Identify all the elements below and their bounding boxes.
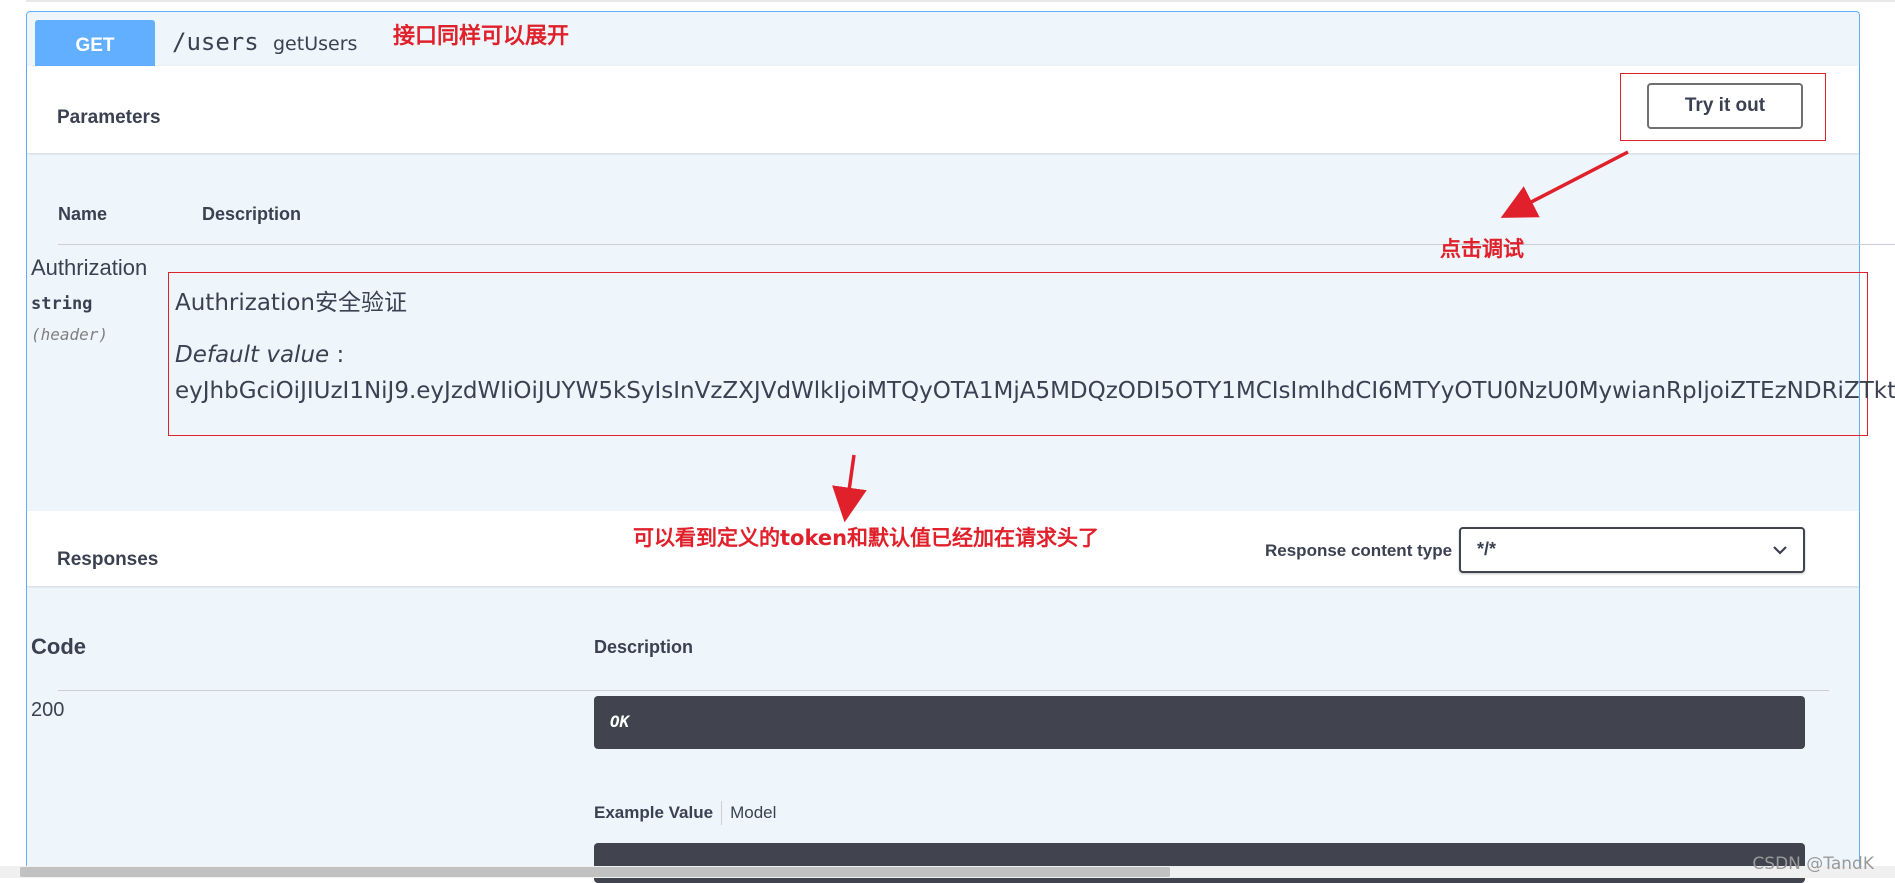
param-description: Authrization安全验证 (175, 290, 407, 316)
param-name: Authrization (31, 255, 148, 280)
response-code: 200 (31, 699, 65, 721)
param-location: (header) (31, 325, 109, 344)
default-value-colon: : (329, 342, 345, 368)
param-table-divider (58, 244, 1895, 245)
horizontal-scrollbar[interactable] (0, 866, 1895, 878)
param-type: string (31, 294, 93, 314)
chevron-down-icon (1773, 546, 1787, 555)
parameters-header: Parameters (27, 66, 1859, 153)
try-it-out-button[interactable]: Try it out (1647, 83, 1803, 129)
response-description-header: Description (594, 637, 694, 657)
annotation-click-debug: 点击调试 (1440, 237, 1524, 261)
default-value-label: Default value : (175, 342, 344, 368)
response-code-header: Code (31, 634, 86, 659)
parameters-title: Parameters (57, 107, 161, 128)
top-divider (26, 0, 1895, 2)
response-description-box: OK (594, 696, 1805, 749)
operation-id: getUsers (273, 33, 358, 55)
param-description-highlight (168, 272, 1868, 436)
annotation-expand: 接口同样可以展开 (393, 24, 570, 49)
example-model-tabs: Example Value Model (594, 801, 776, 825)
default-value-label-text: Default value (175, 342, 330, 368)
tab-separator (721, 801, 723, 825)
responses-title: Responses (57, 549, 159, 570)
response-content-type-select[interactable]: */* (1459, 527, 1805, 573)
annotation-token-header: 可以看到定义的token和默认值已经加在请求头了 (633, 526, 1100, 550)
response-content-type-value: */* (1477, 539, 1497, 559)
response-description: OK (610, 712, 630, 731)
method-badge: GET (35, 20, 155, 71)
param-description-header: Description (202, 204, 302, 224)
endpoint-path: /users (172, 28, 259, 56)
horizontal-scrollbar-thumb[interactable] (20, 867, 1170, 877)
default-value-token: eyJhbGciOiJIUzI1NiJ9.eyJzdWIiOiJUYW5kSyI… (175, 378, 1895, 404)
param-name-header: Name (58, 204, 108, 224)
tab-example-value[interactable]: Example Value (594, 803, 713, 823)
watermark: CSDN @TandK (1752, 854, 1874, 874)
tab-model[interactable]: Model (730, 803, 776, 823)
response-table-divider (58, 690, 1829, 691)
response-content-type-label: Response content type (1265, 541, 1453, 560)
